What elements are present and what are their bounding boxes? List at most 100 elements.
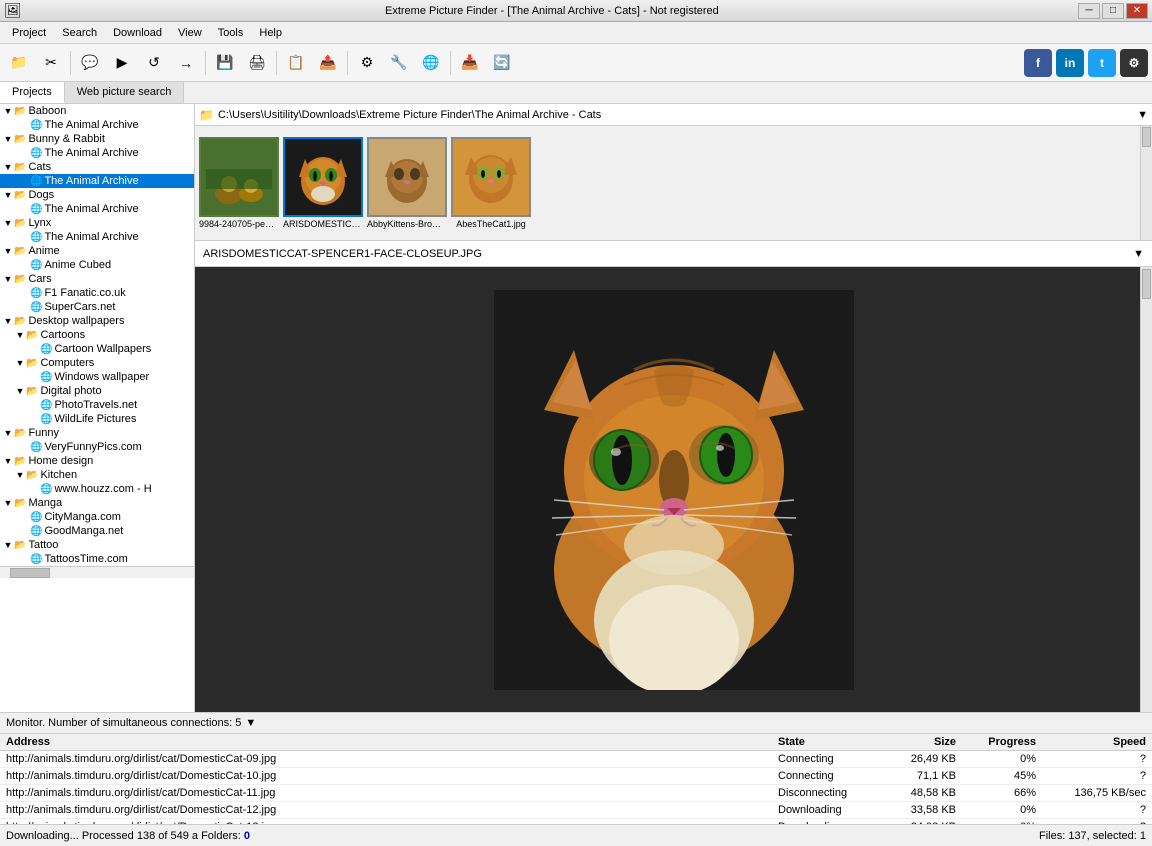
facebook-button[interactable]: f — [1024, 49, 1052, 77]
tree-item-f1[interactable]: 🌐 F1 Fanatic.co.uk — [0, 286, 194, 300]
dl-row-3[interactable]: http://animals.timduru.org/dirlist/cat/D… — [0, 802, 1152, 819]
tree-item-win-wp[interactable]: 🌐 Windows wallpaper — [0, 370, 194, 384]
tb-msg[interactable]: 💬 — [75, 48, 105, 78]
tree-item-lynx-archive[interactable]: 🌐 The Animal Archive — [0, 230, 194, 244]
tb-cut[interactable]: ✂ — [36, 48, 66, 78]
sidebar-hscroll[interactable] — [0, 566, 194, 578]
github-button[interactable]: ⚙ — [1120, 49, 1148, 77]
download-table: Address State Size Progress Speed http:/… — [0, 734, 1152, 824]
tb-refresh[interactable]: ↺ — [139, 48, 169, 78]
tree-item-tattoo[interactable]: ▼ 📂 Tattoo — [0, 538, 194, 552]
tree-item-houzz[interactable]: 🌐 www.houzz.com - H — [0, 482, 194, 496]
thumbnail-1[interactable]: 9984-240705-pebbles-10l.jpg — [199, 137, 279, 229]
dl-row-2[interactable]: http://animals.timduru.org/dirlist/cat/D… — [0, 785, 1152, 802]
tree-item-cats-archive[interactable]: 🌐 The Animal Archive — [0, 174, 194, 188]
monitor-dropdown[interactable]: ▼ — [245, 717, 256, 729]
tb-extra1[interactable]: 📥 — [455, 48, 485, 78]
tree-item-cartoons[interactable]: ▼ 📂 Cartoons — [0, 328, 194, 342]
toolbar: 📁 ✂ 💬 ▶ ↺ → 💾 🖨 📋 📤 ⚙ 🔧 🌐 📥 🔄 f in t ⚙ — [0, 44, 1152, 82]
close-button[interactable]: ✕ — [1126, 3, 1148, 19]
tree-item-funny[interactable]: ▼ 📂 Funny — [0, 426, 194, 440]
tb-play[interactable]: ▶ — [107, 48, 137, 78]
thumbnail-2[interactable]: ARISDOMESTICCAT-SPENCER1-FACE-CLOSEUP.JP… — [283, 137, 363, 229]
preview-dropdown[interactable]: ▼ — [1133, 248, 1144, 260]
tb-forward[interactable]: → — [171, 48, 201, 78]
thumb-vscroll[interactable] — [1140, 126, 1152, 240]
thumbnail-3[interactable]: AbbyKittens-BrownDomesticCa... — [367, 137, 447, 229]
menu-search[interactable]: Search — [54, 25, 105, 41]
expand-icon: ▼ — [2, 162, 14, 172]
thumb-img-2[interactable] — [283, 137, 363, 217]
tree-item-bunny[interactable]: ▼ 📂 Bunny & Rabbit — [0, 132, 194, 146]
preview-vscroll[interactable] — [1140, 267, 1152, 712]
tree-item-dogs[interactable]: ▼ 📂 Dogs — [0, 188, 194, 202]
expand-icon: ▼ — [2, 218, 14, 228]
title-bar: 🖼 Extreme Picture Finder - [The Animal A… — [0, 0, 1152, 22]
tree-item-tattoos-time[interactable]: 🌐 TattoosTime.com — [0, 552, 194, 566]
tree-item-cartoon-wp[interactable]: 🌐 Cartoon Wallpapers — [0, 342, 194, 356]
tree-item-baboon-archive[interactable]: 🌐 The Animal Archive — [0, 118, 194, 132]
menu-tools[interactable]: Tools — [210, 25, 252, 41]
window-controls: ─ □ ✕ — [1078, 3, 1148, 19]
tree-item-city-manga[interactable]: 🌐 CityManga.com — [0, 510, 194, 524]
tab-web-search[interactable]: Web picture search — [65, 82, 185, 103]
tab-projects[interactable]: Projects — [0, 82, 65, 103]
tree-item-desktop[interactable]: ▼ 📂 Desktop wallpapers — [0, 314, 194, 328]
twitter-button[interactable]: t — [1088, 49, 1116, 77]
tree-item-good-manga[interactable]: 🌐 GoodManga.net — [0, 524, 194, 538]
tree-item-cats[interactable]: ▼ 📂 Cats — [0, 160, 194, 174]
tree-item-manga[interactable]: ▼ 📂 Manga — [0, 496, 194, 510]
thumb-img-1[interactable] — [199, 137, 279, 217]
menu-project[interactable]: Project — [4, 25, 54, 41]
dl-row-0[interactable]: http://animals.timduru.org/dirlist/cat/D… — [0, 751, 1152, 768]
tb-export[interactable]: 📤 — [313, 48, 343, 78]
tb-web[interactable]: 🌐 — [416, 48, 446, 78]
linkedin-button[interactable]: in — [1056, 49, 1084, 77]
tree-item-photo-travels[interactable]: 🌐 PhotoTravels.net — [0, 398, 194, 412]
tree-item-kitchen[interactable]: ▼ 📂 Kitchen — [0, 468, 194, 482]
tree-item-anime[interactable]: ▼ 📂 Anime — [0, 244, 194, 258]
status-bar: Downloading... Processed 138 of 549 a Fo… — [0, 824, 1152, 846]
thumb-img-3[interactable] — [367, 137, 447, 217]
folder-icon: 📂 — [14, 428, 26, 439]
menu-help[interactable]: Help — [251, 25, 290, 41]
tree-item-supercars[interactable]: 🌐 SuperCars.net — [0, 300, 194, 314]
minimize-button[interactable]: ─ — [1078, 3, 1100, 19]
sidebar: ▼ 📂 Baboon 🌐 The Animal Archive ▼ 📂 Bunn… — [0, 104, 195, 712]
dl-table-header: Address State Size Progress Speed — [0, 734, 1152, 751]
tree-item-computers[interactable]: ▼ 📂 Computers — [0, 356, 194, 370]
window-title: Extreme Picture Finder - [The Animal Arc… — [26, 5, 1078, 17]
folder-icon: 📂 — [14, 540, 26, 551]
tree-item-lynx[interactable]: ▼ 📂 Lynx — [0, 216, 194, 230]
tree-item-anime-cubed[interactable]: 🌐 Anime Cubed — [0, 258, 194, 272]
tree-item-dogs-archive[interactable]: 🌐 The Animal Archive — [0, 202, 194, 216]
path-dropdown-icon[interactable]: ▼ — [1137, 109, 1148, 121]
menu-download[interactable]: Download — [105, 25, 170, 41]
tree-item-funny-pics[interactable]: 🌐 VeryFunnyPics.com — [0, 440, 194, 454]
tree-item-digital[interactable]: ▼ 📂 Digital photo — [0, 384, 194, 398]
tree-label: TattoosTime.com — [44, 553, 127, 565]
tree-item-bunny-archive[interactable]: 🌐 The Animal Archive — [0, 146, 194, 160]
menu-view[interactable]: View — [170, 25, 210, 41]
maximize-button[interactable]: □ — [1102, 3, 1124, 19]
tb-tools[interactable]: 🔧 — [384, 48, 414, 78]
thumb-img-4[interactable] — [451, 137, 531, 217]
tb-extra2[interactable]: 🔄 — [487, 48, 517, 78]
tb-sep2 — [205, 51, 206, 75]
tb-settings[interactable]: ⚙ — [352, 48, 382, 78]
tree-label: The Animal Archive — [44, 119, 138, 131]
tree-item-baboon[interactable]: ▼ 📂 Baboon — [0, 104, 194, 118]
tb-clipboard[interactable]: 📋 — [281, 48, 311, 78]
tree-item-cars[interactable]: ▼ 📂 Cars — [0, 272, 194, 286]
tree-label: Cats — [28, 161, 51, 173]
thumbnail-4[interactable]: AbesTheCat1.jpg — [451, 137, 531, 229]
folder-icon: 📂 — [26, 470, 38, 481]
tb-new[interactable]: 📁 — [4, 48, 34, 78]
tree-item-home[interactable]: ▼ 📂 Home design — [0, 454, 194, 468]
dl-row-1[interactable]: http://animals.timduru.org/dirlist/cat/D… — [0, 768, 1152, 785]
tree-item-wildlife[interactable]: 🌐 WildLife Pictures — [0, 412, 194, 426]
expand-icon — [28, 414, 40, 424]
tb-save[interactable]: 💾 — [210, 48, 240, 78]
tb-print[interactable]: 🖨 — [242, 48, 272, 78]
dl-row-4[interactable]: http://animals.timduru.org/dirlist/cat/D… — [0, 819, 1152, 824]
